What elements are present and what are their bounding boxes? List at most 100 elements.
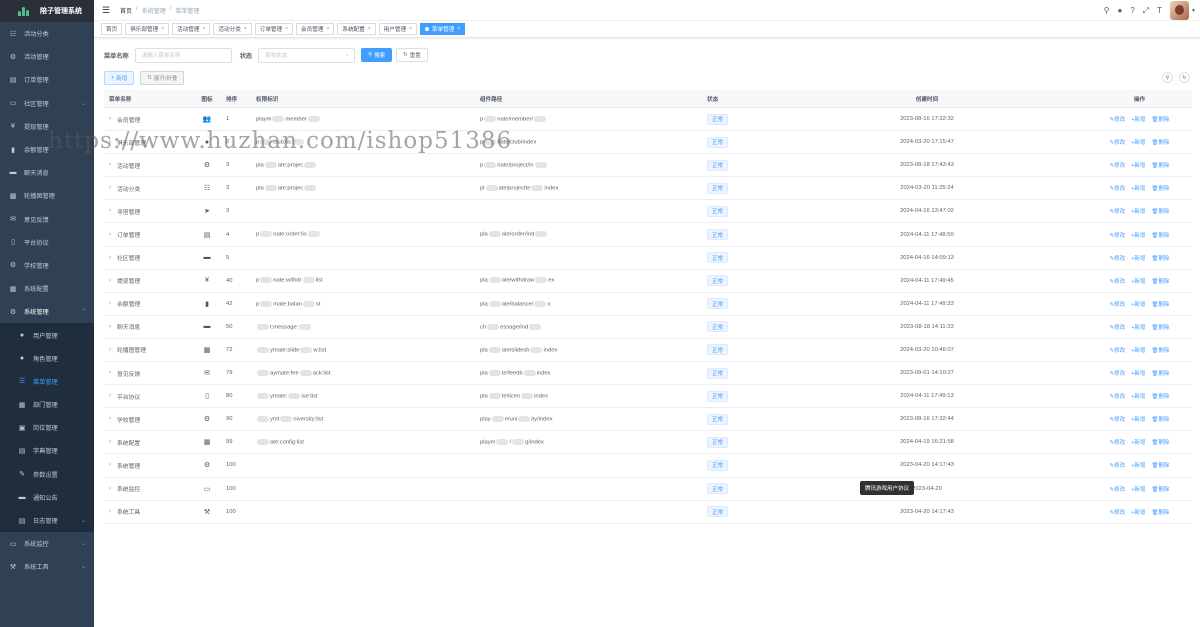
delete-button[interactable]: 🗑删除 — [1151, 184, 1169, 192]
add-button[interactable]: +新增 — [1131, 115, 1145, 123]
edit-button[interactable]: ✎修改 — [1110, 323, 1126, 331]
caret-down-icon[interactable]: ▼ — [1191, 8, 1196, 14]
edit-button[interactable]: ✎修改 — [1110, 161, 1126, 169]
help-icon[interactable]: ? — [1130, 6, 1134, 15]
close-icon[interactable]: × — [203, 26, 206, 32]
logo[interactable]: 陪子管理系统 — [0, 0, 94, 22]
expand-arrow-icon[interactable]: › — [109, 416, 117, 422]
edit-button[interactable]: ✎修改 — [1110, 369, 1126, 377]
tab-5[interactable]: 会员管理 × — [296, 23, 335, 35]
edit-button[interactable]: ✎修改 — [1110, 415, 1126, 423]
delete-button[interactable]: 🗑删除 — [1151, 415, 1169, 423]
sidebar-item-mail-8[interactable]: ✉ 意见反馈 — [0, 208, 94, 231]
edit-button[interactable]: ✎修改 — [1110, 231, 1126, 239]
delete-button[interactable]: 🗑删除 — [1151, 277, 1169, 285]
add-button[interactable]: +新增 — [1131, 461, 1145, 469]
delete-button[interactable]: 🗑删除 — [1151, 346, 1169, 354]
tab-1[interactable]: 俱乐部管理 × — [125, 23, 170, 35]
add-button[interactable]: +新增 — [1131, 346, 1145, 354]
expand-arrow-icon[interactable]: › — [109, 439, 117, 445]
add-button[interactable]: +新增 — [1131, 415, 1145, 423]
sidebar-item-post-4[interactable]: ▣ 岗位管理 — [0, 416, 94, 439]
edit-button[interactable]: ✎修改 — [1110, 392, 1126, 400]
sidebar-item-org-3[interactable]: ▦ 部门管理 — [0, 393, 94, 416]
add-button[interactable]: +新增 — [1131, 438, 1145, 446]
close-icon[interactable]: × — [244, 26, 247, 32]
add-button[interactable]: +新增 — [1131, 138, 1145, 146]
add-button[interactable]: +新增 — [1131, 277, 1145, 285]
toggle-search-button[interactable]: ⚲ — [1162, 72, 1173, 83]
sidebar-item-list-0[interactable]: ☷ 活动分类 — [0, 22, 94, 45]
edit-button[interactable]: ✎修改 — [1110, 461, 1126, 469]
edit-button[interactable]: ✎修改 — [1110, 300, 1126, 308]
tab-0[interactable]: 首页 — [101, 23, 123, 35]
sidebar-item-document-2[interactable]: ▤ 订单管理 — [0, 68, 94, 91]
hamburger-icon[interactable]: ☰ — [102, 5, 112, 16]
sidebar-item-tool-1[interactable]: ⚒ 系统工具 ⌄ — [0, 555, 94, 578]
add-button[interactable]: +新增 — [1131, 300, 1145, 308]
sidebar-item-edit-6[interactable]: ✎ 参数设置 — [0, 463, 94, 486]
expand-arrow-icon[interactable]: › — [109, 185, 117, 191]
expand-arrow-icon[interactable]: › — [109, 393, 117, 399]
add-button[interactable]: +新增 — [1131, 323, 1145, 331]
sidebar-item-yen-4[interactable]: ¥ 提现管理 — [0, 115, 94, 138]
add-button[interactable]: +新增 — [1131, 508, 1145, 516]
edit-button[interactable]: ✎修改 — [1110, 207, 1126, 215]
status-select[interactable]: 菜单状态 ⌄ — [258, 47, 356, 63]
delete-button[interactable]: 🗑删除 — [1151, 300, 1169, 308]
add-button[interactable]: +新增 — [1131, 485, 1145, 493]
tab-6[interactable]: 系统配置 × — [337, 23, 376, 35]
edit-button[interactable]: ✎修改 — [1110, 508, 1126, 516]
edit-button[interactable]: ✎修改 — [1110, 346, 1126, 354]
sidebar-item-tree-2[interactable]: ☰ 菜单管理 — [0, 370, 94, 393]
expand-arrow-icon[interactable]: › — [109, 232, 117, 238]
add-button[interactable]: +新增 — [1131, 254, 1145, 262]
delete-button[interactable]: 🗑删除 — [1151, 115, 1169, 123]
tab-7[interactable]: 用户管理 × — [378, 23, 417, 35]
edit-button[interactable]: ✎修改 — [1110, 277, 1126, 285]
sidebar-item-monitor-0[interactable]: ▭ 系统监控 ⌄ — [0, 532, 94, 555]
delete-button[interactable]: 🗑删除 — [1151, 138, 1169, 146]
expand-arrow-icon[interactable]: › — [109, 162, 117, 168]
expand-arrow-icon[interactable]: › — [109, 301, 117, 307]
sidebar-item-config-11[interactable]: ▦ 系统配置 — [0, 277, 94, 300]
add-button[interactable]: + 新增 — [104, 71, 135, 85]
expand-arrow-icon[interactable]: › — [109, 208, 117, 214]
tab-2[interactable]: 活动管理 × — [172, 23, 211, 35]
add-button[interactable]: +新增 — [1131, 369, 1145, 377]
expand-arrow-icon[interactable]: › — [109, 509, 117, 515]
close-icon[interactable]: × — [326, 26, 329, 32]
expand-arrow-icon[interactable]: › — [109, 370, 117, 376]
close-icon[interactable]: × — [285, 26, 288, 32]
delete-button[interactable]: 🗑删除 — [1151, 508, 1169, 516]
sidebar-item-message-7[interactable]: ▬ 通知公告 — [0, 486, 94, 509]
github-icon[interactable]: ● — [1117, 6, 1122, 15]
expand-toggle-button[interactable]: ⇅ 展开/折叠 — [140, 71, 185, 85]
add-button[interactable]: +新增 — [1131, 161, 1145, 169]
delete-button[interactable]: 🗑删除 — [1151, 461, 1169, 469]
breadcrumb-home[interactable]: 首页 — [120, 6, 132, 15]
expand-arrow-icon[interactable]: › — [109, 255, 117, 261]
delete-button[interactable]: 🗑删除 — [1151, 323, 1169, 331]
breadcrumb-system[interactable]: 系统管理 — [142, 6, 166, 15]
add-button[interactable]: +新增 — [1131, 231, 1145, 239]
expand-arrow-icon[interactable]: › — [109, 139, 117, 145]
edit-button[interactable]: ✎修改 — [1110, 254, 1126, 262]
add-button[interactable]: +新增 — [1131, 207, 1145, 215]
close-icon[interactable]: × — [457, 26, 460, 32]
sidebar-item-dict-5[interactable]: ▤ 字典管理 — [0, 439, 94, 462]
menu-name-input[interactable]: 请输入菜单名称 — [134, 47, 232, 63]
avatar[interactable] — [1170, 1, 1190, 20]
edit-button[interactable]: ✎修改 — [1110, 438, 1126, 446]
expand-arrow-icon[interactable]: › — [109, 486, 117, 492]
sidebar-item-chat-3[interactable]: ▭ 社区管理 ⌄ — [0, 92, 94, 115]
expand-arrow-icon[interactable]: › — [109, 324, 117, 330]
sidebar-item-log-8[interactable]: ▤ 日志管理 ⌄ — [0, 509, 94, 532]
delete-button[interactable]: 🗑删除 — [1151, 392, 1169, 400]
expand-arrow-icon[interactable]: › — [109, 462, 117, 468]
sidebar-item-users-1[interactable]: ● 角色管理 — [0, 347, 94, 370]
sidebar-item-book-9[interactable]: ▯ 平台协议 — [0, 231, 94, 254]
close-icon[interactable]: × — [409, 26, 412, 32]
edit-button[interactable]: ✎修改 — [1110, 115, 1126, 123]
expand-arrow-icon[interactable]: › — [109, 278, 117, 284]
